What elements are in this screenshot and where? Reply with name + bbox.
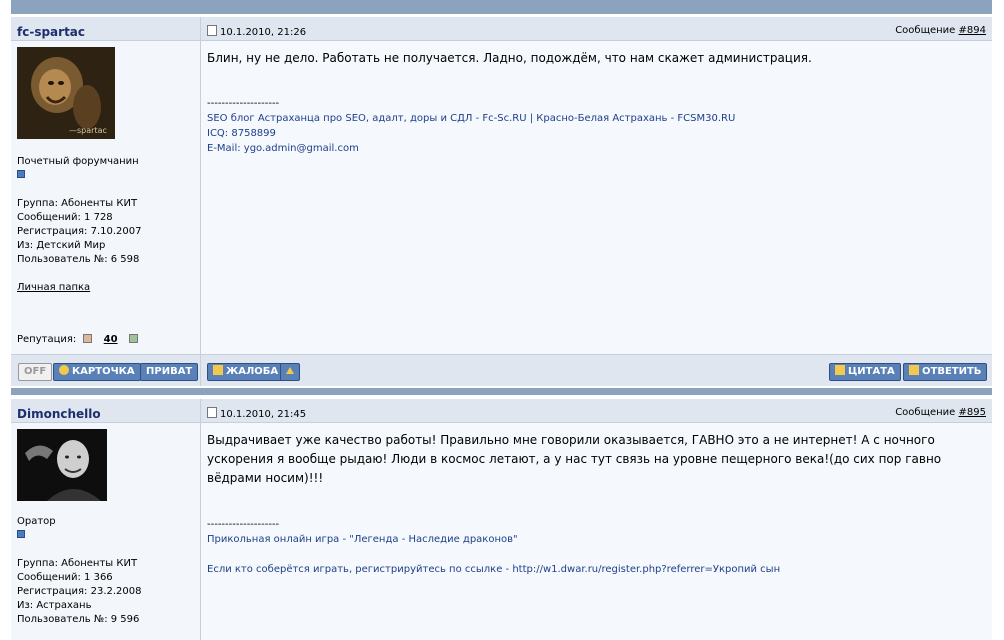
- post2-date-header: 10.1.2010, 21:45 Сообщение #895: [201, 399, 992, 423]
- post1-date-text: 10.1.2010, 21:26: [220, 27, 307, 38]
- status-off-button[interactable]: OFF: [18, 363, 53, 381]
- private-button[interactable]: ПРИВАТ: [140, 363, 199, 381]
- exclamation-icon: [213, 365, 223, 375]
- post1-rank: Почетный форумчанин: [17, 156, 139, 167]
- signature-line[interactable]: Прикольная онлайн игра - "Легенда - Насл…: [207, 532, 780, 547]
- post-separator-top: [11, 0, 992, 14]
- post1-user-number: Пользователь №: 6 598: [17, 254, 140, 265]
- quote-button[interactable]: ЦИТАТА: [829, 363, 901, 381]
- signature-divider: --------------------: [207, 98, 280, 109]
- post2-rank: Оратор: [17, 516, 56, 527]
- post2-user-number: Пользователь №: 9 596: [17, 614, 140, 625]
- post1-date: 10.1.2010, 21:26: [207, 25, 306, 38]
- post2-message-number: Сообщение #895: [895, 407, 986, 418]
- complaint-button-label: ЖАЛОБА: [226, 366, 279, 377]
- post1-avatar: —spartac: [17, 47, 115, 139]
- post2-avatar: [17, 429, 107, 501]
- signature-divider: --------------------: [207, 519, 280, 530]
- post1-author-header: fc-spartac: [11, 17, 201, 41]
- user-icon: [59, 365, 69, 375]
- reputation-minus-icon[interactable]: [83, 334, 93, 343]
- rank-pip-icon: [17, 530, 25, 538]
- post-separator: [11, 388, 992, 395]
- reputation-plus-icon[interactable]: [128, 334, 138, 343]
- post2-from: Из: Астрахань: [17, 600, 92, 611]
- reply-button-label: ОТВЕТИТЬ: [922, 366, 982, 377]
- post2-body: Выдрачивает уже качество работы! Правиль…: [207, 433, 942, 485]
- post2-message-link[interactable]: #895: [959, 407, 986, 418]
- post1-reputation: Репутация: 40: [17, 334, 142, 345]
- quote-button-label: ЦИТАТА: [848, 366, 895, 377]
- post2-group: Группа: Абоненты КИТ: [17, 558, 138, 569]
- signature-line[interactable]: SEO блог Астраханца про SEO, адалт, доры…: [207, 111, 735, 126]
- post2-date: 10.1.2010, 21:45: [207, 407, 306, 420]
- document-icon: [207, 407, 217, 418]
- post1-message-number: Сообщение #894: [895, 25, 986, 36]
- post2-author-name[interactable]: Dimonchello: [17, 407, 101, 421]
- plus-icon: [835, 365, 845, 375]
- scroll-up-button[interactable]: [280, 363, 300, 381]
- post2-user-info: Оратор Группа: Абоненты КИТ Сообщений: 1…: [11, 423, 201, 640]
- avatar-caption: —spartac: [69, 126, 107, 135]
- post2-signature: -------------------- Прикольная онлайн и…: [207, 517, 780, 577]
- arrow-up-icon: [286, 367, 294, 374]
- signature-line[interactable]: Если кто соберётся играть, регистрируйте…: [207, 562, 780, 577]
- post1-message-label: Сообщение: [895, 25, 956, 36]
- post1-user-info: —spartac Почетный форумчанин Группа: Або…: [11, 41, 201, 354]
- post1-messages: Сообщений: 1 728: [17, 212, 113, 223]
- post2-message-label: Сообщение: [895, 407, 956, 418]
- post1-group: Группа: Абоненты КИТ: [17, 198, 138, 209]
- post1-signature: -------------------- SEO блог Астраханца…: [207, 96, 735, 156]
- signature-line: E-Mail: ygo.admin@gmail.com: [207, 143, 359, 154]
- post1-content: Блин, ну не дело. Работать не получается…: [201, 41, 992, 354]
- card-button[interactable]: КАРТОЧКА: [53, 363, 141, 381]
- post1-message-link[interactable]: #894: [959, 25, 986, 36]
- post2-user-details: Оратор Группа: Абоненты КИТ Сообщений: 1…: [17, 515, 142, 627]
- post2-registration: Регистрация: 23.2.2008: [17, 586, 142, 597]
- post2-date-text: 10.1.2010, 21:45: [220, 409, 307, 420]
- post1-personal-folder-link[interactable]: Личная папка: [17, 282, 90, 293]
- post1-user-details: Почетный форумчанин Группа: Абоненты КИТ…: [17, 155, 142, 295]
- card-button-label: КАРТОЧКА: [72, 366, 135, 377]
- post2-content: Выдрачивает уже качество работы! Правиль…: [201, 423, 992, 640]
- post1-body: Блин, ну не дело. Работать не получается…: [207, 51, 812, 65]
- lion-avatar-icon: —spartac: [17, 47, 115, 139]
- post2-messages: Сообщений: 1 366: [17, 572, 113, 583]
- man-avatar-icon: [17, 429, 107, 501]
- document-icon: [207, 25, 217, 36]
- signature-line: ICQ: 8758899: [207, 128, 276, 139]
- reply-button[interactable]: ОТВЕТИТЬ: [903, 363, 988, 381]
- reputation-value[interactable]: 40: [104, 334, 118, 345]
- post1-post-actions: ЖАЛОБА ЦИТАТА ОТВЕТИТЬ: [201, 354, 992, 386]
- quote-marks-icon: [909, 365, 919, 375]
- complaint-button[interactable]: ЖАЛОБА: [207, 363, 285, 381]
- post1-author-name[interactable]: fc-spartac: [17, 25, 85, 39]
- post1-from: Из: Детский Мир: [17, 240, 106, 251]
- post1-registration: Регистрация: 7.10.2007: [17, 226, 142, 237]
- rank-pip-icon: [17, 170, 25, 178]
- reputation-label: Репутация:: [17, 334, 77, 345]
- signature-line: [207, 547, 780, 562]
- post1-date-header: 10.1.2010, 21:26 Сообщение #894: [201, 17, 992, 41]
- post2-author-header: Dimonchello: [11, 399, 201, 423]
- post1-user-actions: OFF КАРТОЧКА ПРИВАТ: [11, 354, 201, 386]
